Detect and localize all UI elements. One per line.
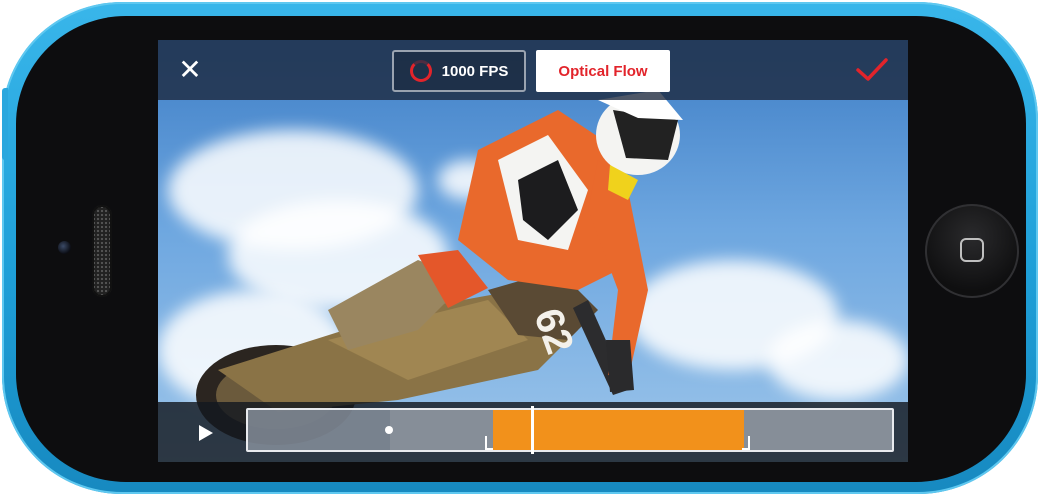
- video-preview[interactable]: 62: [158, 40, 908, 462]
- home-button[interactable]: [925, 204, 1019, 298]
- earpiece-speaker: [92, 205, 112, 297]
- optical-flow-label: Optical Flow: [558, 62, 648, 80]
- timeline-bar: [158, 402, 908, 462]
- timeline-thumbnail-strip: [248, 410, 390, 450]
- home-square-icon: [960, 238, 984, 262]
- optical-flow-button[interactable]: Optical Flow: [536, 50, 670, 92]
- motocross-rider-image: 62: [196, 90, 683, 445]
- frame-rate-label: 1000 FPS: [441, 62, 509, 80]
- playhead[interactable]: [531, 406, 535, 454]
- frame-rate-button[interactable]: 1000 FPS: [392, 50, 526, 92]
- video-timeline[interactable]: [246, 406, 894, 454]
- top-toolbar: ✕ 1000 FPS Optical Flow: [158, 40, 908, 100]
- close-icon[interactable]: ✕: [174, 54, 206, 86]
- app-screen: 62 ✕ 1000 FPS Optical Flow: [158, 40, 908, 462]
- slow-motion-start-handle[interactable]: [484, 436, 493, 450]
- slow-motion-end-handle[interactable]: [741, 436, 750, 450]
- timeline-marker: [385, 426, 393, 434]
- checkmark-icon[interactable]: [854, 54, 890, 86]
- volume-button: [2, 88, 8, 160]
- front-camera: [58, 241, 71, 254]
- record-ring-icon: [409, 60, 432, 82]
- play-icon[interactable]: [194, 422, 216, 444]
